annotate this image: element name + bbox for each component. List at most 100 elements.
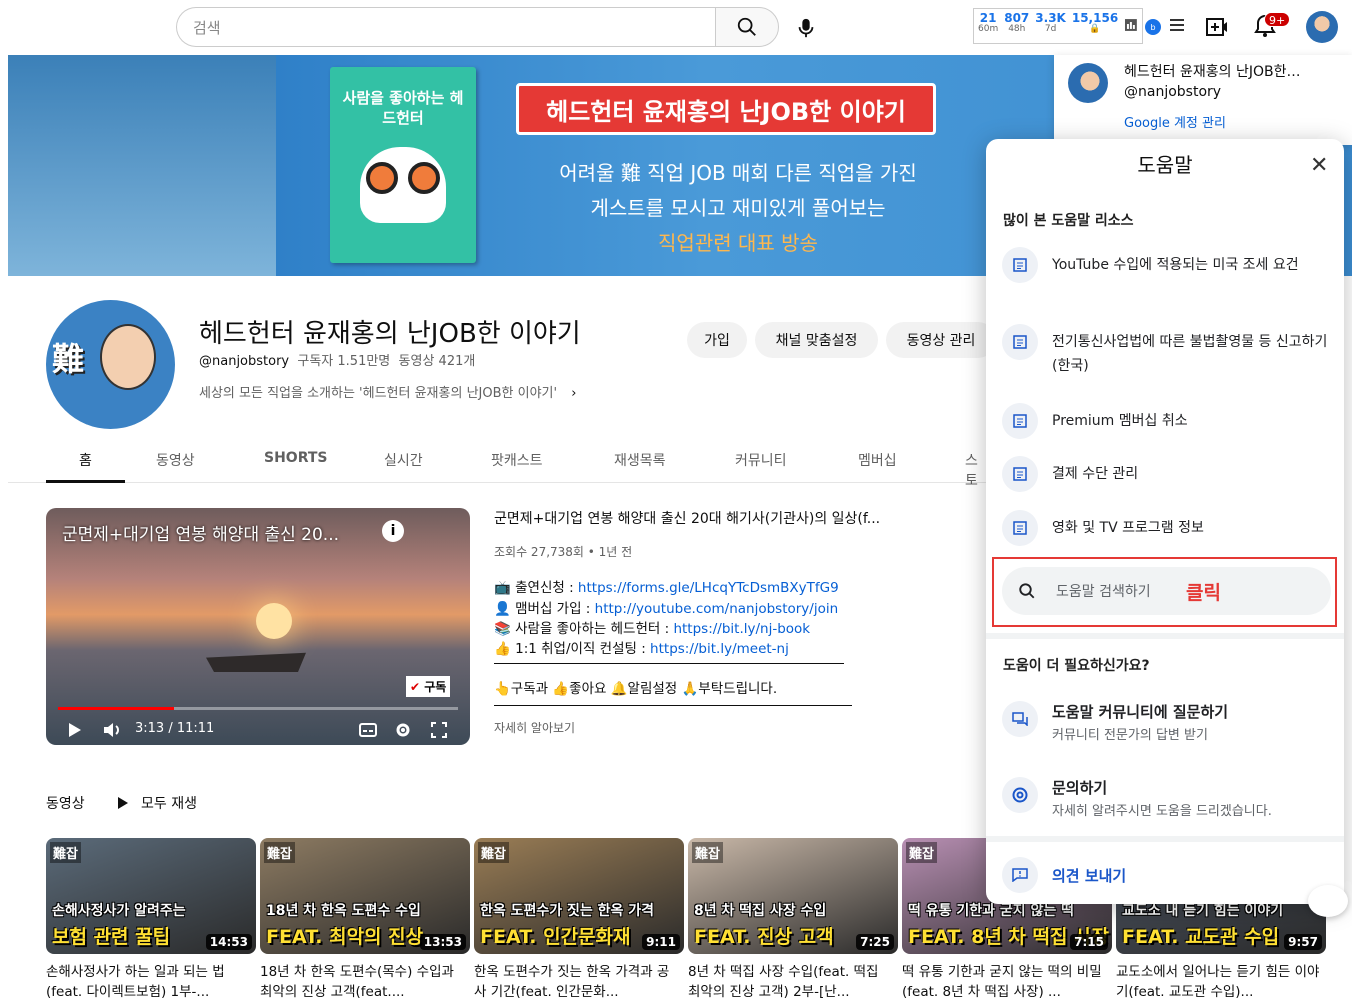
- video-title[interactable]: 교도소에서 일어나는 듣기 힘든 이야기(feat. 교도관 수입)...: [1116, 962, 1321, 1002]
- video-thumbnail[interactable]: 難잡 손해사정사가 알려주는 보험 관련 꿀팁 14:53: [46, 838, 256, 954]
- video-duration: 7:25: [856, 934, 894, 950]
- create-video-icon[interactable]: [1205, 15, 1229, 39]
- video-title[interactable]: 18년 차 한옥 도편수(목수) 수입과 최악의 진상 고객(feat....: [260, 962, 465, 1002]
- document-icon: [1002, 324, 1038, 360]
- tab-videos[interactable]: 동영상: [156, 450, 195, 470]
- channel-description[interactable]: 세상의 모든 직업을 소개하는 '헤드헌터 윤재홍의 난JOB한 이야기' ›: [199, 382, 576, 401]
- divider: [986, 633, 1344, 639]
- account-handle: @nanjobstory: [1124, 84, 1222, 100]
- join-button[interactable]: 가입: [687, 322, 747, 358]
- support-icon: [1002, 777, 1038, 813]
- video-thumbnail[interactable]: 難잡 18년 차 한옥 도편수 수입 FEAT. 최악의 진상 13:53: [260, 838, 470, 954]
- captions-icon[interactable]: [359, 723, 377, 737]
- featured-video-player[interactable]: 군면제+대기업 연봉 해양대 출신 20... i ✔ 구독 3:13 / 11…: [46, 508, 470, 745]
- featured-video-title[interactable]: 군면제+대기업 연봉 해양대 출신 20대 해기사(기관사)의 일상(f...: [494, 508, 880, 528]
- document-icon: [1002, 247, 1038, 283]
- info-icon[interactable]: i: [382, 520, 404, 542]
- video-duration: 7:15: [1070, 934, 1108, 950]
- manage-google-account-link[interactable]: Google 계정 관리: [1124, 112, 1226, 131]
- help-article-link[interactable]: YouTube 수입에 적용되는 미국 조세 요건: [1002, 247, 1332, 283]
- thumbnail-caption: 18년 차 한옥 도편수 수입: [266, 903, 421, 919]
- subscribe-watermark[interactable]: ✔ 구독: [406, 676, 451, 697]
- video-frame-ship: [206, 652, 306, 672]
- banner-line-2: 게스트를 모시고 재미있게 풀어보는: [590, 196, 886, 220]
- binoculars-icon: [366, 162, 440, 194]
- description-cta: 👆구독과 👍좋아요 🔔알림설정 🙏부탁드립니다.: [494, 681, 778, 697]
- description-link[interactable]: https://bit.ly/nj-book: [673, 621, 810, 637]
- menu-icon[interactable]: [1170, 18, 1184, 32]
- description-link[interactable]: https://forms.gle/LHcqYTcDsmBXyTfG9: [578, 580, 839, 596]
- fullscreen-icon[interactable]: [431, 722, 447, 738]
- help-panel: 도움말 ✕ 많이 본 도움말 리소스 YouTube 수입에 적용되는 미국 조…: [986, 139, 1344, 904]
- tab-community[interactable]: 커뮤니티: [735, 450, 787, 470]
- description-line: 👤 맴버십 가입 : http://youtube.com/nanjobstor…: [494, 601, 839, 617]
- extension-icon[interactable]: b: [1144, 17, 1166, 37]
- thumbnail-caption: FEAT. 최악의 진상: [266, 926, 424, 948]
- banner-ribbon: 헤드헌터 윤재홍의 난JOB한 이야기: [516, 83, 936, 135]
- progress-bar-fill: [58, 707, 174, 710]
- description-link[interactable]: http://youtube.com/nanjobstory/join: [595, 601, 839, 617]
- channel-meta: @nanjobstory 구독자 1.51만명 동영상 421개: [199, 350, 475, 369]
- click-annotation: 클릭: [1186, 582, 1221, 604]
- help-article-link[interactable]: 결제 수단 관리: [1002, 456, 1332, 492]
- channel-title: 헤드헌터 윤재홍의 난JOB한 이야기: [199, 319, 581, 349]
- video-title[interactable]: 한옥 도편수가 짓는 한옥 가격과 공사 기간(feat. 인간문화...: [474, 962, 679, 1002]
- tab-shorts[interactable]: SHORTS: [264, 450, 328, 466]
- microphone-icon: [798, 18, 814, 38]
- channel-logo-watermark: 難잡: [264, 842, 295, 863]
- scroll-button[interactable]: [1308, 885, 1348, 917]
- help-article-link[interactable]: Premium 멤버십 취소: [1002, 403, 1332, 439]
- tab-store[interactable]: 스토: [965, 450, 988, 490]
- volume-icon[interactable]: [103, 722, 121, 738]
- settings-gear-icon[interactable]: [395, 722, 411, 738]
- divider: [986, 836, 1344, 842]
- tab-podcasts[interactable]: 팟캐스트: [491, 450, 543, 470]
- account-avatar[interactable]: [1306, 11, 1338, 43]
- tab-home[interactable]: 홈: [79, 450, 92, 470]
- divider: [494, 663, 844, 664]
- notification-badge: 9+: [1264, 12, 1291, 27]
- play-all-button[interactable]: 모두 재생: [117, 793, 197, 813]
- videos-section-title[interactable]: 동영상: [46, 793, 85, 813]
- video-thumbnail[interactable]: 難잡 한옥 도편수가 짓는 한옥 가격 FEAT. 인간문화재 9:11: [474, 838, 684, 954]
- tab-membership[interactable]: 멤버십: [858, 450, 897, 470]
- close-icon[interactable]: ✕: [1310, 153, 1328, 178]
- video-title[interactable]: 8년 차 떡집 사장 수입(feat. 떡집 최악의 진상 고객) 2부-[난.…: [688, 962, 893, 1002]
- feedback-icon: [1002, 857, 1038, 893]
- send-feedback-link[interactable]: 의견 보내기: [1002, 857, 1126, 893]
- channel-tabs: 홈 동영상 SHORTS 실시간 팟캐스트 재생목록 커뮤니티 멤버십 스토: [8, 440, 988, 489]
- video-duration: 9:57: [1284, 934, 1322, 950]
- search-button[interactable]: [715, 7, 779, 47]
- help-article-link[interactable]: 영화 및 TV 프로그램 정보: [1002, 510, 1332, 546]
- play-icon[interactable]: [68, 722, 82, 738]
- featured-video-meta: 조회수 27,738회 • 1년 전: [494, 545, 633, 559]
- stat-total: 15,156 🔒: [1071, 11, 1119, 35]
- description-line: 👍 1:1 취업/이직 컨설팅 : https://bit.ly/meet-nj: [494, 641, 789, 657]
- help-community-link[interactable]: 도움말 커뮤니티에 질문하기 커뮤니티 전문가의 답변 받기: [1002, 701, 1332, 743]
- read-more-link[interactable]: 자세히 알아보기: [494, 719, 575, 736]
- help-section-more: 도움이 더 필요하신가요?: [1003, 658, 1150, 674]
- progress-bar[interactable]: [58, 707, 458, 710]
- video-title[interactable]: 손해사정사가 하는 일과 되는 법(feat. 다이렉트보험) 1부-...: [46, 962, 251, 1002]
- help-section-popular: 많이 본 도움말 리소스: [1003, 213, 1134, 229]
- video-duration: 13:53: [419, 934, 466, 950]
- tab-playlists[interactable]: 재생목록: [614, 450, 666, 470]
- voice-search-button[interactable]: [787, 9, 825, 47]
- book-title: 사람을 좋아하는 헤드헌터: [342, 89, 464, 127]
- channel-logo-watermark: 難잡: [906, 842, 937, 863]
- active-tab-indicator: [46, 480, 125, 483]
- manage-videos-button[interactable]: 동영상 관리: [886, 322, 996, 358]
- video-title[interactable]: 떡 유통 기한과 굳지 않는 떡의 비밀(feat. 8년 차 떡집 사장) .…: [902, 962, 1107, 1002]
- channel-avatar[interactable]: 難: [46, 300, 175, 429]
- customize-channel-button[interactable]: 채널 맞춤설정: [755, 322, 878, 358]
- tab-live[interactable]: 실시간: [384, 450, 423, 470]
- search-input[interactable]: 검색: [176, 7, 716, 47]
- description-line: 📚 사람을 좋아하는 헤드헌터 : https://bit.ly/nj-book: [494, 621, 811, 637]
- contact-us-link[interactable]: 문의하기 자세히 알려주시면 도움을 드리겠습니다.: [1002, 777, 1332, 819]
- stats-widget[interactable]: 21 60m 807 48h 3.3K 7d 15,156 🔒: [973, 8, 1143, 44]
- video-duration: 9:11: [642, 934, 680, 950]
- description-link[interactable]: https://bit.ly/meet-nj: [650, 641, 789, 657]
- video-thumbnail[interactable]: 難잡 8년 차 떡집 사장 수입 FEAT. 진상 고객 7:25: [688, 838, 898, 954]
- svg-text:b: b: [1150, 23, 1155, 32]
- help-article-link[interactable]: 전기통신사업법에 따른 불법촬영물 등 신고하기 (한국): [1002, 324, 1332, 378]
